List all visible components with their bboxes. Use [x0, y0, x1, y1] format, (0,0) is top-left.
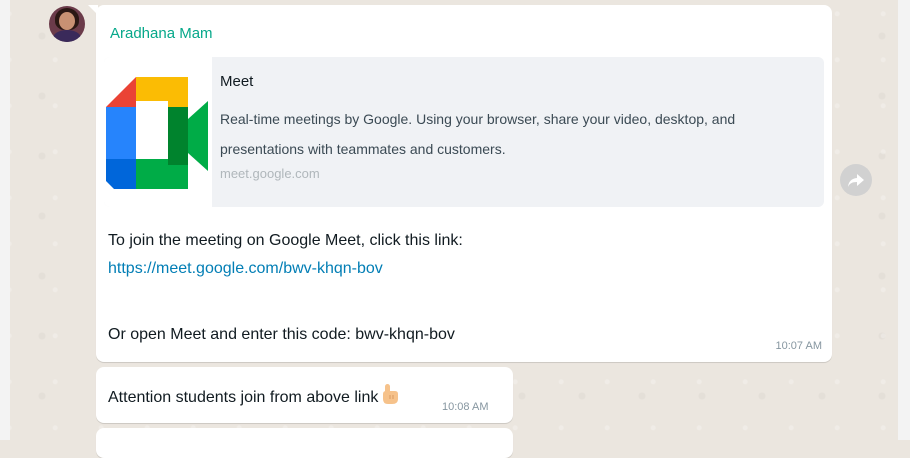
link-preview-domain: meet.google.com: [220, 166, 320, 181]
avatar-body: [53, 30, 81, 42]
link-preview-card[interactable]: Meet Real-time meetings by Google. Using…: [104, 57, 824, 207]
meet-link[interactable]: https://meet.google.com/bwv-khqn-bov: [108, 255, 728, 283]
forward-arrow-icon: [848, 174, 864, 187]
link-preview-description-line-1: Real-time meetings by Google. Using your…: [220, 111, 736, 127]
message-text-2: Attention students join from above link: [108, 383, 400, 410]
message-bubble[interactable]: Aradhana Mam Meet Real-time meetings by …: [88, 5, 832, 362]
message-bubble-2[interactable]: Attention students join from above link …: [96, 367, 513, 423]
sender-name[interactable]: Aradhana Mam: [110, 25, 213, 42]
link-preview-description-line-2: presentations with teammates and custome…: [220, 141, 506, 157]
link-preview-thumbnail: [104, 57, 212, 207]
message-text: To join the meeting on Google Meet, clic…: [108, 227, 728, 349]
google-meet-logo-icon: [106, 77, 208, 189]
message-bubble-3-partial[interactable]: [96, 428, 513, 458]
forward-button[interactable]: [840, 164, 872, 196]
left-panel-edge: [0, 0, 10, 440]
message-timestamp-2: 10:08 AM: [442, 401, 489, 413]
message-timestamp: 10:07 AM: [775, 340, 822, 352]
pointing-up-hand-icon: [380, 383, 400, 410]
sender-avatar[interactable]: [49, 6, 85, 42]
link-preview-text: Meet Real-time meetings by Google. Using…: [220, 73, 810, 181]
attention-message-text: Attention students join from above link: [108, 389, 379, 406]
join-instruction-text: To join the meeting on Google Meet, clic…: [108, 232, 463, 249]
right-panel-edge: [898, 0, 910, 440]
meeting-code-text: Or open Meet and enter this code: bwv-kh…: [108, 326, 455, 343]
link-preview-title: Meet: [220, 73, 254, 90]
avatar-face: [59, 12, 75, 30]
